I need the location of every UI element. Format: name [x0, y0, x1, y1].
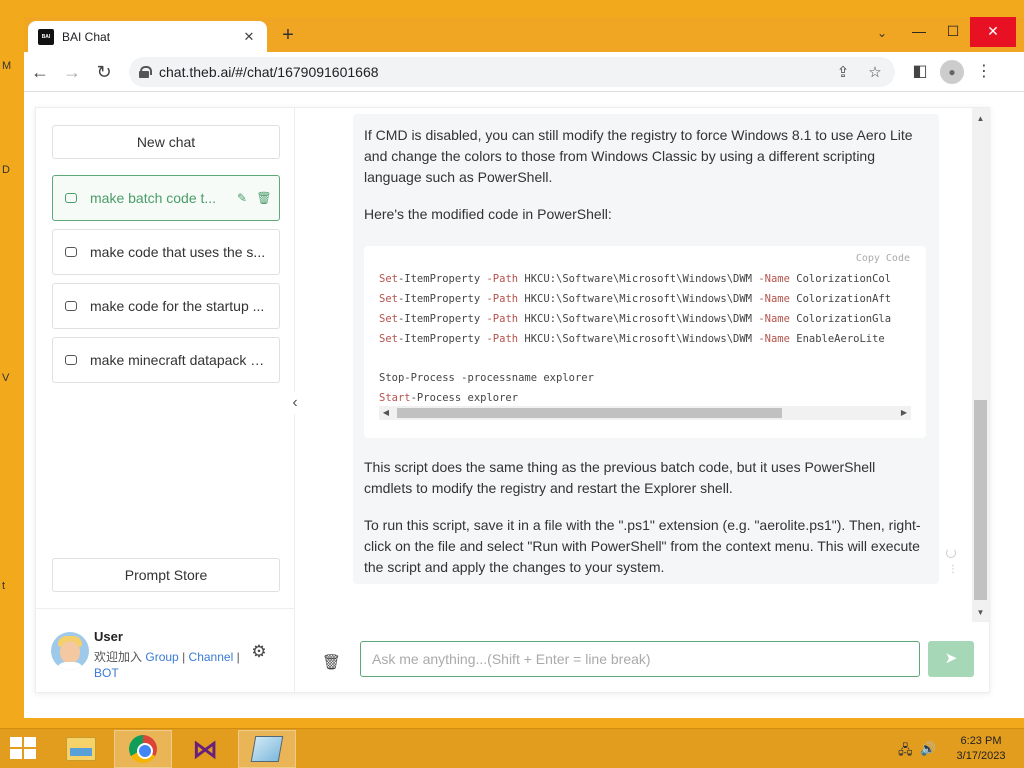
code-line: Set-ItemProperty -Path HKCU:\Software\Mi…	[379, 313, 892, 325]
visual-studio-taskbar-icon[interactable]: ⋈	[176, 730, 234, 768]
desktop-icon-label: D	[2, 164, 10, 176]
chat-history-label: make minecraft datapack c...	[90, 352, 266, 368]
code-block: Copy Code Set-ItemProperty -Path HKCU:\S…	[364, 246, 926, 438]
user-panel: User 欢迎加入 Group | Channel | BOT ⚙	[36, 608, 295, 694]
url-text[interactable]: chat.theb.ai/#/chat/1679091601668	[159, 64, 831, 80]
input-row: 🗑 ➤	[296, 638, 991, 688]
scroll-up-arrow-icon[interactable]: ▲	[972, 112, 989, 126]
lock-icon[interactable]	[139, 66, 152, 78]
forward-arrow-icon[interactable]: →	[60, 60, 84, 84]
chat-area: If CMD is disabled, you can still modify…	[296, 108, 991, 694]
assistant-message: If CMD is disabled, you can still modify…	[353, 114, 939, 584]
chat-bubble-icon	[65, 193, 77, 203]
code-line: Stop-Process -processname explorer	[379, 372, 594, 384]
prompt-store-button[interactable]: Prompt Store	[52, 558, 280, 592]
chat-history-label: make batch code t...	[90, 190, 217, 206]
prompt-input[interactable]	[360, 641, 920, 677]
scroll-left-arrow-icon[interactable]: ◀	[379, 406, 393, 420]
bookmark-star-icon[interactable]: ☆	[863, 63, 887, 81]
chat-bubble-icon	[65, 301, 77, 311]
user-links: 欢迎加入 Group | Channel | BOT	[94, 649, 244, 681]
delete-icon[interactable]: 🗑	[256, 191, 272, 205]
chat-history-item[interactable]: make minecraft datapack c...	[52, 337, 280, 383]
side-panel-icon[interactable]: ◧	[908, 60, 932, 84]
chat-history-item[interactable]: make batch code t... ✎ 🗑	[52, 175, 280, 221]
chrome-taskbar-icon[interactable]	[114, 730, 172, 768]
clock-date: 3/17/2023	[956, 750, 1006, 762]
channel-link[interactable]: Channel	[189, 650, 234, 664]
message-paragraph: Here's the modified code in PowerShell:	[364, 206, 612, 222]
tab-search-chevron-icon[interactable]: ⌄	[877, 26, 887, 40]
code-line: Start-Process explorer	[379, 392, 519, 404]
chat-app: New chat make batch code t... ✎ 🗑 make c…	[35, 107, 991, 694]
chat-history-label: make code for the startup ...	[90, 298, 265, 314]
loading-spinner-icon	[946, 548, 956, 558]
page-content: New chat make batch code t... ✎ 🗑 make c…	[24, 93, 1024, 718]
chat-history-label: make code that uses the s...	[90, 244, 266, 260]
gear-icon[interactable]: ⚙	[250, 643, 268, 661]
taskbar: ⋈ 🖧 🔊 6:23 PM 3/17/2023	[0, 728, 1024, 768]
code-line: Set-ItemProperty -Path HKCU:\Software\Mi…	[379, 333, 885, 345]
chat-history-item[interactable]: make code that uses the s...	[52, 229, 280, 275]
code-horizontal-scrollbar[interactable]: ◀ ▶	[379, 406, 911, 420]
chat-history-item[interactable]: make code for the startup ...	[52, 283, 280, 329]
browser-tab[interactable]: BAI BAI Chat ✕	[28, 21, 267, 52]
share-icon[interactable]: ⇪	[831, 63, 855, 81]
copy-code-button[interactable]: Copy Code	[856, 253, 910, 264]
paint-taskbar-icon[interactable]	[238, 730, 296, 768]
system-clock[interactable]: 6:23 PM 3/17/2023	[948, 734, 1014, 764]
browser-menu-icon[interactable]: ⋮	[972, 60, 996, 84]
desktop-icon-label: V	[2, 372, 10, 384]
code-line: Set-ItemProperty -Path HKCU:\Software\Mi…	[379, 273, 892, 285]
minimize-button[interactable]: —	[902, 17, 936, 47]
profile-avatar-icon[interactable]: ●	[940, 60, 964, 84]
chat-bubble-icon	[65, 247, 77, 257]
code-line: Set-ItemProperty -Path HKCU:\Software\Mi…	[379, 293, 892, 305]
windows-start-icon[interactable]	[10, 737, 38, 761]
volume-icon[interactable]: 🔊	[920, 741, 936, 757]
scroll-right-arrow-icon[interactable]: ▶	[897, 406, 911, 420]
tab-title: BAI Chat	[62, 29, 111, 44]
avatar	[51, 632, 89, 670]
new-chat-button[interactable]: New chat	[52, 125, 280, 159]
browser-window: BAI BAI Chat ✕ + ⌄ — ☐ ✕ ← → ↻ chat.theb…	[24, 17, 1024, 718]
tab-close-icon[interactable]: ✕	[241, 29, 257, 45]
group-link[interactable]: Group	[145, 650, 178, 664]
send-button[interactable]: ➤	[928, 641, 974, 677]
desktop-icon-label: t	[2, 580, 6, 592]
scrollbar-thumb[interactable]	[974, 400, 987, 600]
browser-toolbar: ← → ↻ chat.theb.ai/#/chat/1679091601668 …	[24, 52, 1024, 92]
message-paragraph: If CMD is disabled, you can still modify…	[364, 127, 913, 185]
scroll-down-arrow-icon[interactable]: ▼	[972, 606, 989, 620]
clock-time: 6:23 PM	[960, 735, 1002, 747]
welcome-text: 欢迎加入	[94, 650, 143, 664]
chat-bubble-icon	[65, 355, 77, 365]
bot-link[interactable]: BOT	[94, 666, 119, 680]
message-paragraph: To run this script, save it in a file wi…	[364, 517, 921, 575]
link-separator: |	[236, 650, 240, 664]
message-paragraph: This script does the same thing as the p…	[364, 459, 876, 496]
edit-icon[interactable]: ✎	[234, 191, 250, 205]
more-options-icon[interactable]: ⋮	[948, 565, 958, 575]
new-tab-button[interactable]: +	[277, 24, 299, 46]
address-bar[interactable]: chat.theb.ai/#/chat/1679091601668 ⇪ ☆	[129, 57, 895, 87]
back-arrow-icon[interactable]: ←	[28, 60, 52, 84]
scrollbar-thumb[interactable]	[397, 408, 782, 418]
sidebar: New chat make batch code t... ✎ 🗑 make c…	[36, 108, 295, 694]
desktop-icon-label: M	[2, 60, 12, 72]
chat-vertical-scrollbar[interactable]: ▲ ▼	[972, 108, 989, 622]
file-explorer-taskbar-icon[interactable]	[52, 730, 110, 768]
clear-chat-trash-icon[interactable]: 🗑	[322, 654, 341, 672]
network-icon[interactable]: 🖧	[898, 741, 913, 763]
close-window-button[interactable]: ✕	[970, 17, 1016, 47]
favicon-icon: BAI	[38, 28, 54, 45]
browser-titlebar: BAI BAI Chat ✕ + ⌄ — ☐ ✕	[24, 17, 1024, 52]
link-separator: |	[182, 650, 186, 664]
user-name: User	[94, 629, 123, 644]
maximize-button[interactable]: ☐	[936, 17, 970, 47]
reload-icon[interactable]: ↻	[92, 60, 116, 84]
